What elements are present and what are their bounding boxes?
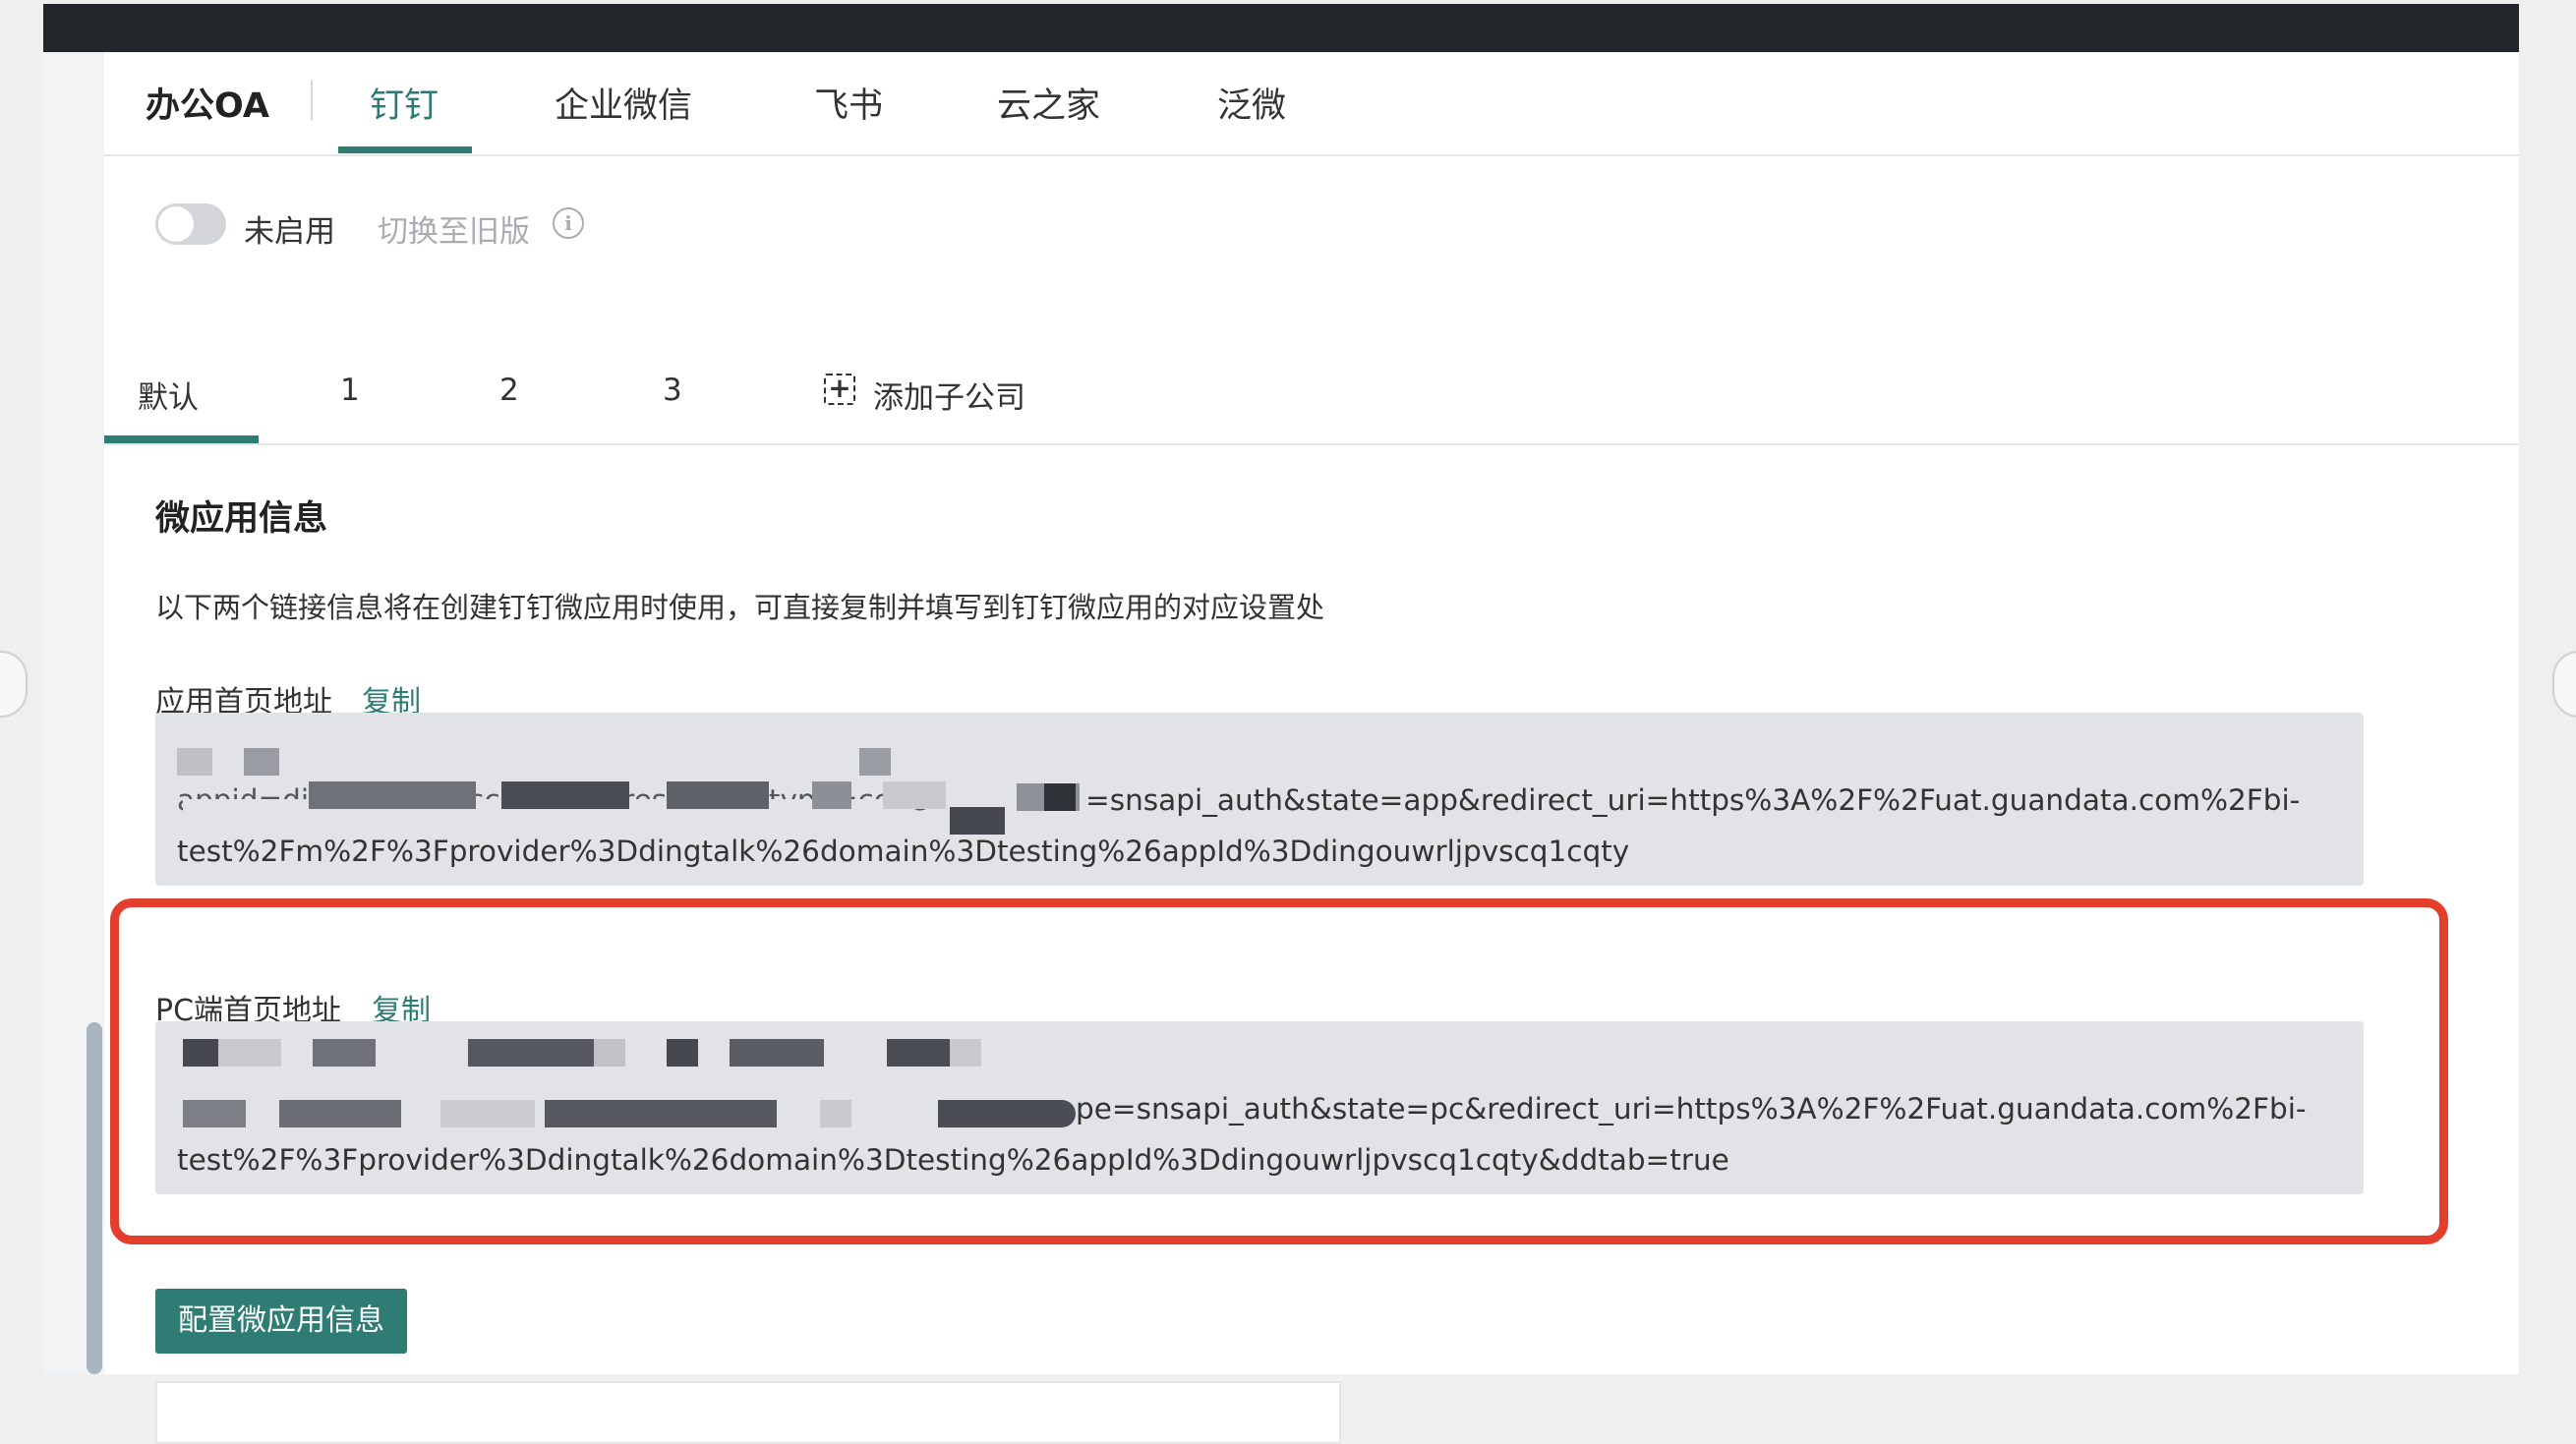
left-edge-handle[interactable] [0, 651, 28, 718]
redaction-block [667, 781, 769, 809]
active-tab-indicator [338, 146, 472, 153]
redaction-block [309, 781, 476, 809]
subtab-1[interactable]: 1 [340, 373, 360, 408]
oa-tab-bar: 办公OA 钉钉 企业微信 飞书 云之家 泛微 [104, 52, 2519, 156]
tab-dingtalk[interactable]: 钉钉 [370, 78, 439, 128]
oa-title: 办公OA [146, 87, 269, 126]
redaction-block [859, 748, 891, 776]
section-title: 微应用信息 [155, 499, 328, 539]
app-home-url-line1: =snsapi_auth&state=app&redirect_uri=http… [1085, 783, 2301, 817]
app-home-url-line2: test%2Fm%2F%3Fprovider%3Ddingtalk%26doma… [177, 835, 1630, 868]
tab-fanwei[interactable]: 泛微 [1217, 78, 1286, 128]
preview-box [155, 1381, 1341, 1444]
subtab-2[interactable]: 2 [499, 373, 519, 408]
right-edge-handle[interactable] [2552, 651, 2576, 718]
section-description: 以下两个链接信息将在创建钉钉微应用时使用，可直接复制并填写到钉钉微应用的对应设置… [155, 591, 1325, 624]
app-home-url-box[interactable]: test%2Fm%2F%3Fprovider%3Ddingtalk%26doma… [155, 713, 2364, 886]
configure-micro-app-button[interactable]: 配置微应用信息 [155, 1289, 407, 1354]
toggle-state-label: 未启用 [244, 214, 335, 250]
subtab-default[interactable]: 默认 [138, 373, 199, 417]
redaction-block [244, 748, 279, 776]
redaction-block [950, 807, 1005, 835]
tab-feishu[interactable]: 飞书 [814, 78, 883, 128]
redaction-block [501, 781, 629, 809]
add-icon[interactable]: + [824, 374, 855, 405]
active-subtab-indicator [104, 435, 259, 443]
subcompany-tab-bar: 默认 1 2 3 + 添加子公司 [104, 337, 2519, 445]
info-icon[interactable]: i [553, 207, 584, 239]
redaction-block [177, 748, 212, 776]
tab-yunzhijia[interactable]: 云之家 [997, 78, 1100, 128]
redaction-block [1044, 783, 1076, 811]
toggle-knob [158, 206, 194, 242]
annotation-highlight-box [110, 898, 2448, 1244]
tab-wecom[interactable]: 企业微信 [555, 78, 692, 128]
redaction-block [812, 781, 851, 809]
scrollbar-thumb[interactable] [87, 1022, 102, 1374]
add-subcompany-button[interactable]: 添加子公司 [873, 373, 1025, 417]
top-bar [43, 4, 2519, 52]
switch-to-old-version-link[interactable]: 切换至旧版 [378, 206, 530, 251]
oa-divider [311, 80, 313, 121]
enable-toggle[interactable] [155, 203, 226, 245]
redaction-block [883, 781, 946, 809]
subtab-3[interactable]: 3 [663, 373, 682, 408]
